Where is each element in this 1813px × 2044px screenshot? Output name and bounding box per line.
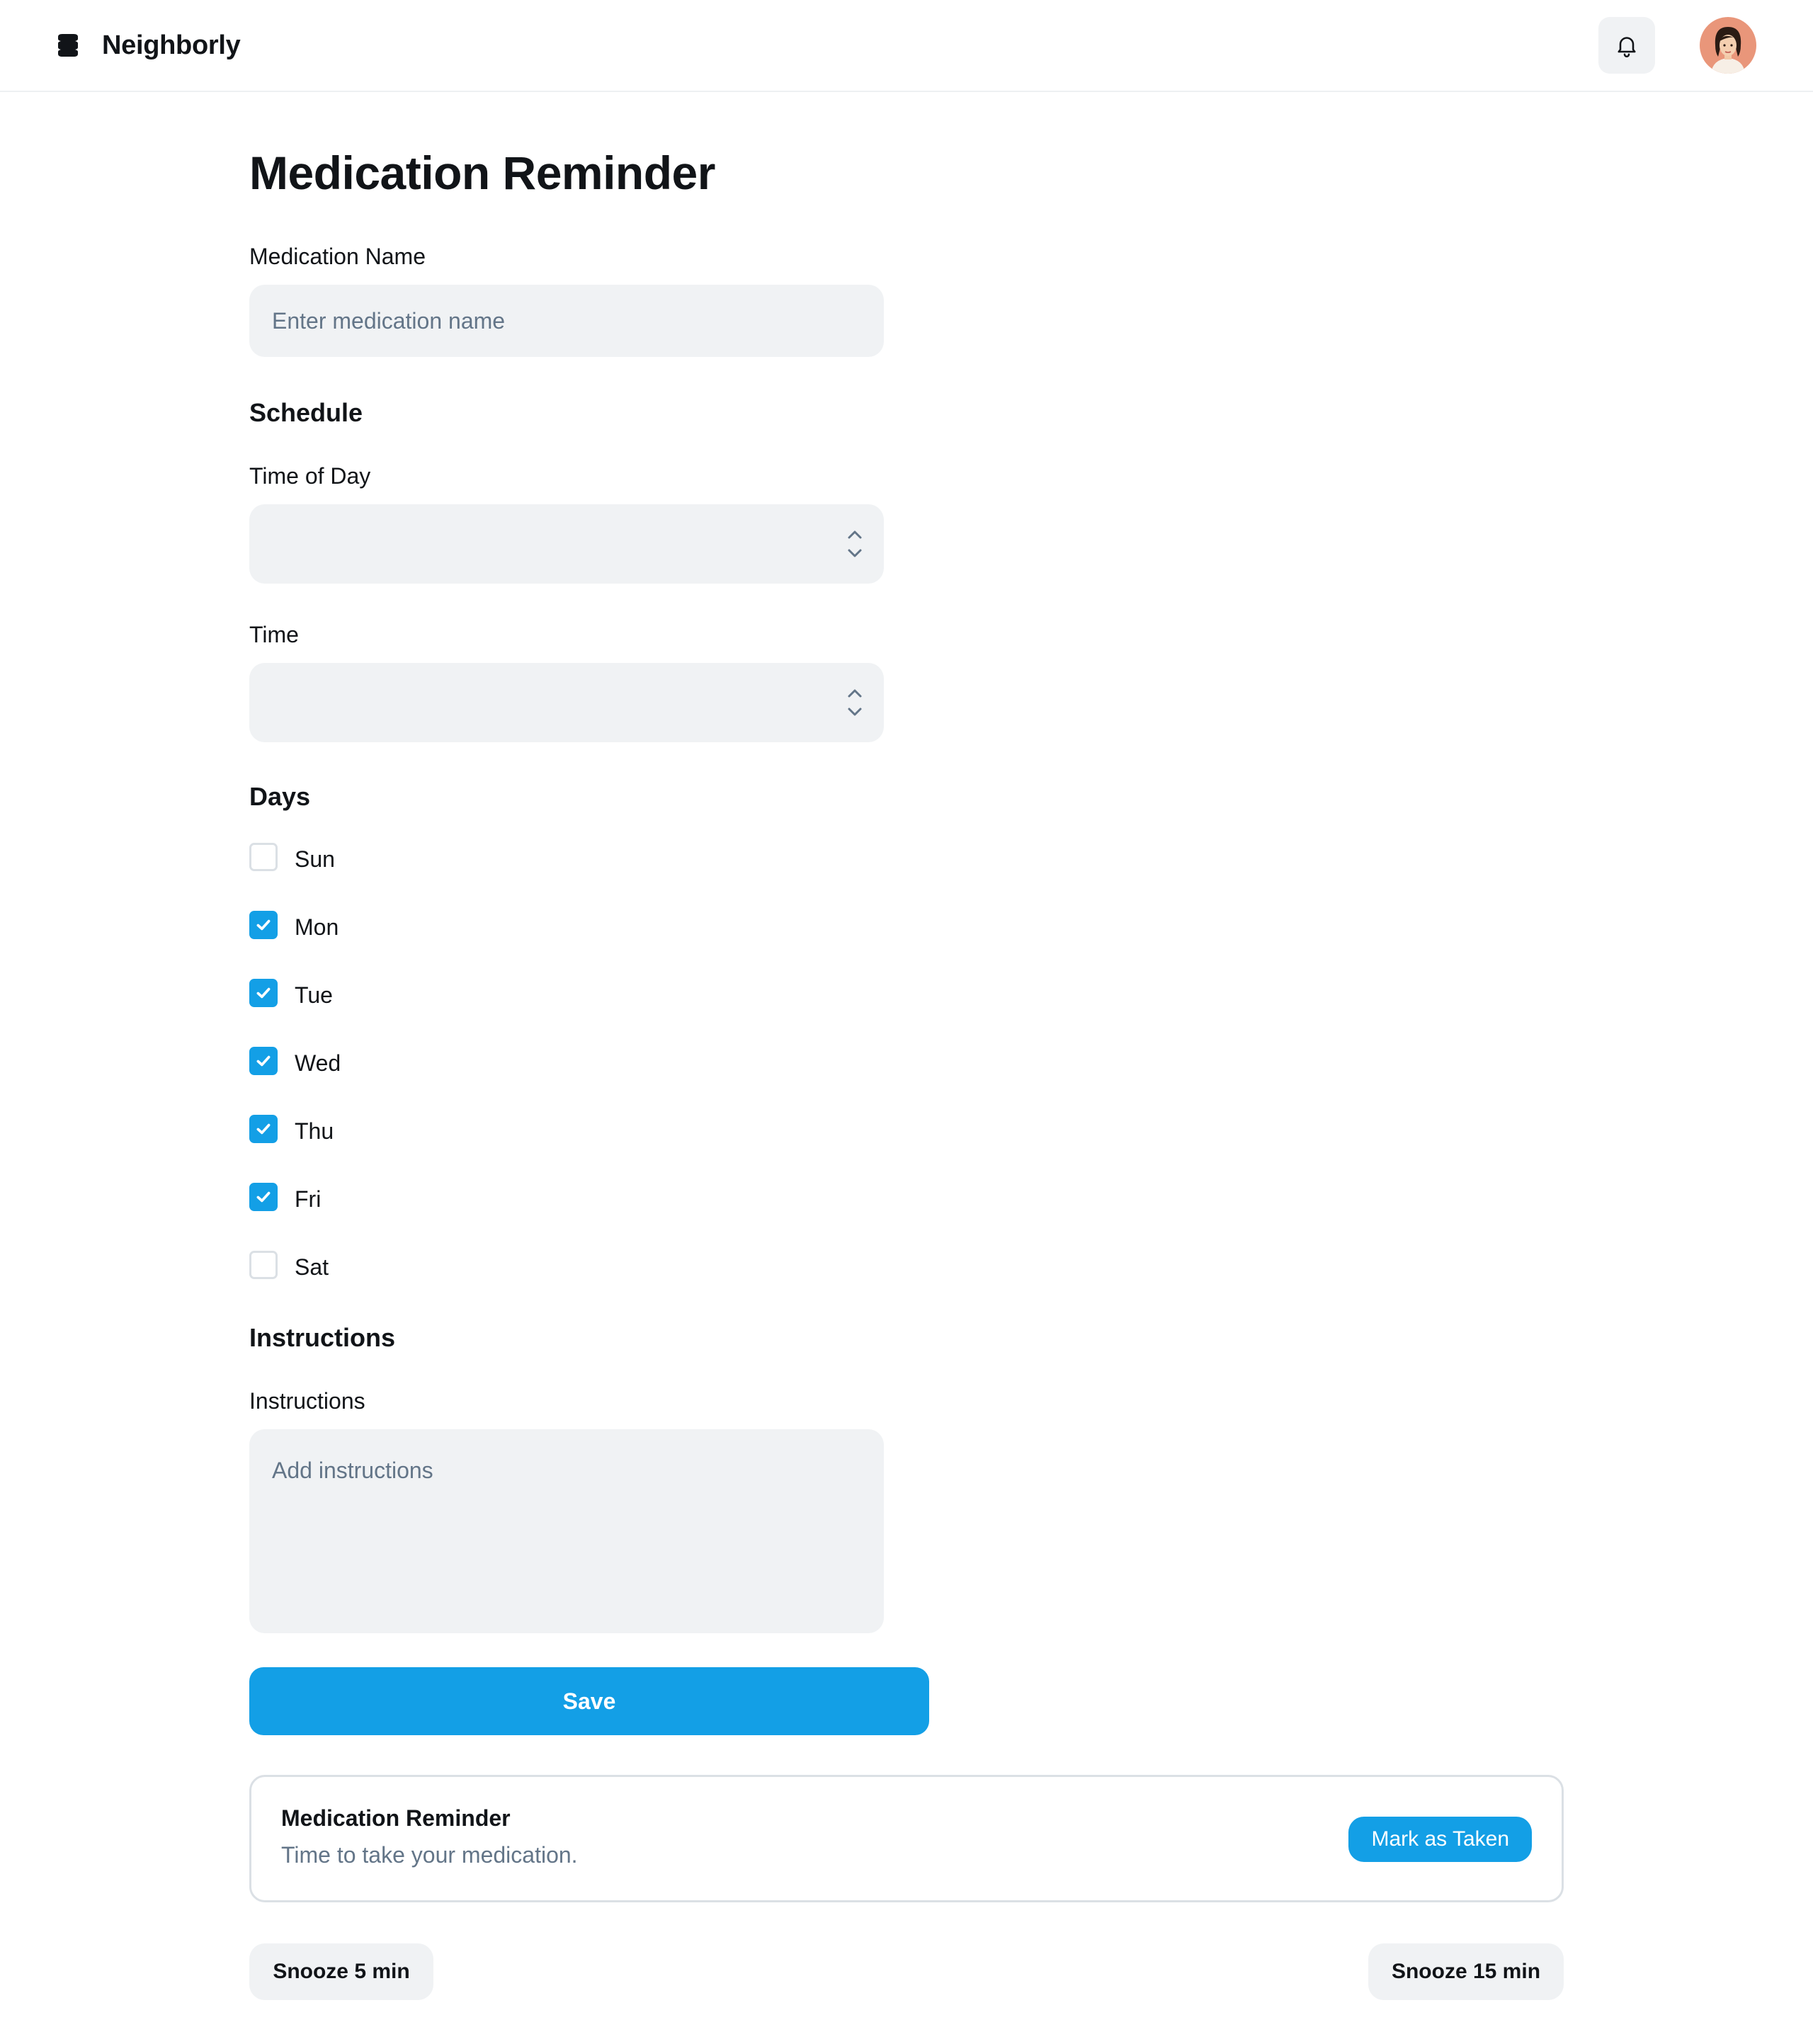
checkmark-icon bbox=[256, 919, 271, 931]
top-nav: Neighborly bbox=[0, 0, 1813, 92]
page-title: Medication Reminder bbox=[249, 147, 715, 199]
day-label: Tue bbox=[295, 982, 333, 1008]
time-label: Time bbox=[249, 622, 299, 647]
checkbox-checked[interactable] bbox=[249, 1183, 278, 1211]
avatar[interactable] bbox=[1700, 17, 1756, 74]
reminder-title: Medication Reminder bbox=[281, 1805, 511, 1831]
logo-icon bbox=[58, 34, 78, 57]
day-label: Mon bbox=[295, 914, 339, 940]
mark-as-taken-button[interactable]: Mark as Taken bbox=[1348, 1817, 1532, 1862]
day-label: Sat bbox=[295, 1254, 329, 1280]
checkbox[interactable] bbox=[249, 843, 278, 871]
days-heading: Days bbox=[249, 782, 311, 811]
checkmark-icon bbox=[256, 1055, 271, 1067]
reminder-card: Medication Reminder Time to take your me… bbox=[249, 1775, 1564, 1902]
chevron-up-down-icon bbox=[848, 689, 862, 716]
checkmark-icon bbox=[256, 1191, 271, 1203]
checkmark-icon bbox=[256, 987, 271, 999]
day-label: Thu bbox=[295, 1118, 334, 1144]
day-label: Fri bbox=[295, 1186, 322, 1212]
instructions-heading: Instructions bbox=[249, 1323, 396, 1352]
medication-name-label: Medication Name bbox=[249, 244, 426, 269]
reminder-text: Time to take your medication. bbox=[281, 1842, 578, 1868]
day-checkbox-wed[interactable]: Wed bbox=[249, 1045, 341, 1077]
day-checkbox-thu[interactable]: Thu bbox=[249, 1113, 334, 1145]
day-checkbox-sun[interactable]: Sun bbox=[249, 841, 335, 873]
brand[interactable]: Neighborly bbox=[55, 27, 241, 64]
notifications-button[interactable] bbox=[1598, 17, 1655, 74]
save-button[interactable]: Save bbox=[249, 1667, 929, 1735]
checkbox[interactable] bbox=[249, 1251, 278, 1279]
chevron-up-down-icon bbox=[848, 530, 862, 557]
medication-name-input[interactable] bbox=[249, 285, 884, 357]
day-label: Sun bbox=[295, 846, 335, 872]
checkbox-checked[interactable] bbox=[249, 911, 278, 939]
checkbox-checked[interactable] bbox=[249, 1115, 278, 1143]
time-of-day-select[interactable] bbox=[249, 504, 884, 584]
checkbox-checked[interactable] bbox=[249, 979, 278, 1007]
day-checkbox-tue[interactable]: Tue bbox=[249, 977, 333, 1009]
instructions-label: Instructions bbox=[249, 1388, 365, 1414]
brand-name: Neighborly bbox=[102, 30, 241, 60]
snooze-5-button[interactable]: Snooze 5 min bbox=[249, 1943, 433, 2000]
instructions-textarea[interactable] bbox=[249, 1429, 884, 1633]
avatar-image bbox=[1700, 17, 1756, 74]
day-checkbox-fri[interactable]: Fri bbox=[249, 1181, 321, 1213]
time-select[interactable] bbox=[249, 663, 884, 742]
day-checkbox-mon[interactable]: Mon bbox=[249, 909, 339, 941]
checkbox-checked[interactable] bbox=[249, 1047, 278, 1075]
day-label: Wed bbox=[295, 1050, 341, 1076]
time-of-day-label: Time of Day bbox=[249, 463, 371, 489]
bell-icon bbox=[1618, 37, 1636, 57]
schedule-heading: Schedule bbox=[249, 398, 363, 427]
checkmark-icon bbox=[256, 1123, 271, 1135]
day-checkbox-sat[interactable]: Sat bbox=[249, 1249, 329, 1281]
snooze-15-button[interactable]: Snooze 15 min bbox=[1368, 1943, 1564, 2000]
